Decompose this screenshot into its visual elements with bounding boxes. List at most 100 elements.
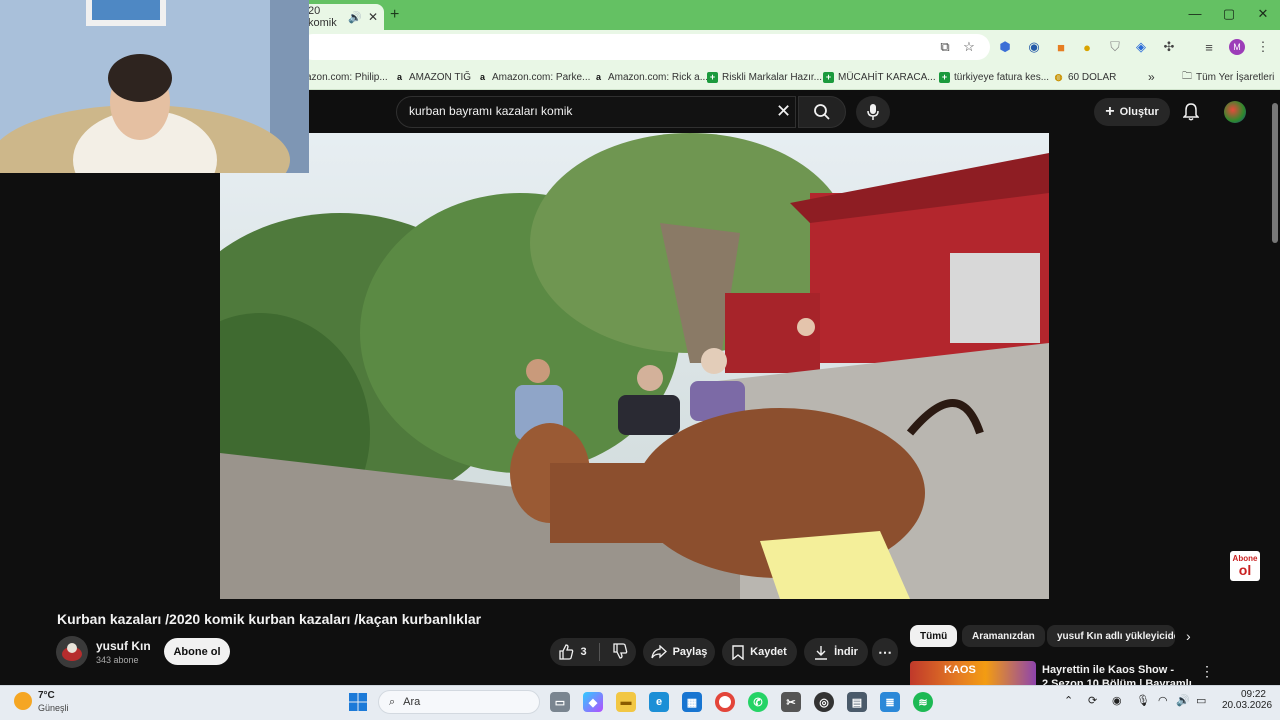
volume-icon[interactable]: 🔊	[1176, 694, 1190, 707]
search-icon	[814, 104, 830, 120]
eye-icon[interactable]: ◉	[1112, 694, 1122, 707]
bookmark-item[interactable]: + MÜCAHİT KARACA...	[823, 68, 936, 86]
bookmark-item[interactable]: azon.com: Philip...	[306, 68, 388, 86]
chip-from-search[interactable]: Aramanızdan	[962, 625, 1045, 647]
whatsapp-icon[interactable]: ✆	[748, 692, 768, 712]
voice-search-button[interactable]	[856, 96, 890, 128]
weather-temp[interactable]: 7°C	[38, 690, 55, 701]
thumbnail-text: KAOS	[944, 664, 976, 676]
search-button[interactable]	[798, 96, 846, 128]
search-query-text: kurban bayramı kazaları komik	[409, 104, 573, 118]
maximize-button[interactable]: ▢	[1214, 6, 1244, 22]
subscribe-button[interactable]: Abone ol	[164, 638, 230, 665]
snipping-tool-icon[interactable]: ✂	[781, 692, 801, 712]
clear-search-icon[interactable]: ✕	[776, 101, 791, 122]
battery-icon[interactable]: ▭	[1196, 694, 1206, 707]
microphone-icon[interactable]: 🎙	[1136, 694, 1150, 707]
copilot-icon[interactable]: ◆	[583, 692, 603, 712]
extension-yellow-icon[interactable]: ●	[1078, 38, 1096, 56]
clock[interactable]: 09:22 20.03.2026	[1222, 689, 1273, 711]
edge-icon[interactable]: e	[649, 692, 669, 712]
task-view-icon[interactable]: ▭	[550, 692, 570, 712]
sheets-icon: +	[707, 71, 718, 83]
folder-icon: 🗀	[1182, 70, 1192, 82]
bookmark-item[interactable]: a AMAZON TIĞ	[394, 68, 471, 86]
notepad-icon[interactable]: ≣	[880, 692, 900, 712]
account-avatar[interactable]	[1224, 101, 1246, 123]
new-tab-button[interactable]: +	[390, 6, 399, 24]
scrollbar-thumb[interactable]	[1272, 103, 1278, 243]
bookmark-star-icon[interactable]: ☆	[960, 38, 978, 56]
extension-icon[interactable]: ◉	[1025, 38, 1043, 56]
channel-avatar[interactable]	[56, 636, 88, 668]
wifi-icon[interactable]: ◠	[1158, 694, 1168, 707]
minimize-button[interactable]: —	[1180, 6, 1210, 21]
chrome-icon[interactable]	[715, 692, 735, 712]
amazon-icon: a	[595, 72, 601, 82]
bookmark-item[interactable]: + Riskli Markalar Hazır...	[707, 68, 822, 86]
bookmark-label: Riskli Markalar Hazır...	[722, 71, 823, 83]
bookmarks-overflow-button[interactable]: »	[1148, 68, 1155, 86]
reading-list-icon[interactable]: ≡	[1200, 38, 1218, 56]
address-bar[interactable]	[300, 34, 990, 60]
download-button[interactable]: İndir	[804, 638, 868, 666]
store-icon[interactable]: ▦	[682, 692, 702, 712]
sheets-icon: +	[939, 71, 950, 83]
extensions-puzzle-icon[interactable]: ✣	[1160, 38, 1178, 56]
bookmark-item[interactable]: a Amazon.com: Rick a...	[593, 68, 708, 86]
dislike-button[interactable]	[612, 642, 628, 662]
translate-extension-icon[interactable]: ⬢	[996, 38, 1014, 56]
file-explorer-icon[interactable]: ▬	[616, 692, 636, 712]
recommendation-thumbnail[interactable]: KAOS	[910, 661, 1036, 685]
chevron-right-icon[interactable]: ›	[1186, 628, 1191, 644]
bookmark-item[interactable]: ◍ 60 DOLAR	[1053, 68, 1117, 86]
chrome-menu-icon[interactable]: ⋮	[1254, 38, 1272, 56]
chip-from-uploader[interactable]: yusuf Kın adlı yükleyiciden	[1047, 625, 1175, 647]
like-button[interactable]: 3	[558, 644, 587, 660]
video-player[interactable]	[220, 133, 1049, 599]
cast-icon[interactable]: ⧉	[936, 38, 954, 56]
weather-sun-icon[interactable]	[14, 692, 32, 710]
extension-blue-icon[interactable]: ◈	[1132, 38, 1150, 56]
share-label: Paylaş	[672, 646, 708, 658]
tray-overflow-icon[interactable]: ⌃	[1064, 694, 1073, 707]
kebab-menu-icon[interactable]: ⋮	[1200, 663, 1214, 680]
chip-all[interactable]: Tümü	[910, 625, 958, 647]
bookmark-label: azon.com: Philip...	[306, 71, 388, 83]
share-button[interactable]: Paylaş	[643, 638, 715, 666]
calculator-icon[interactable]: ▤	[847, 692, 867, 712]
save-label: Kaydet	[750, 646, 787, 658]
more-actions-button[interactable]: ⋯	[872, 638, 898, 666]
watermark-text-large: ol	[1238, 562, 1252, 578]
speaker-icon[interactable]: 🔊	[348, 11, 362, 24]
create-button[interactable]: + Oluştur	[1094, 98, 1170, 126]
taskbar-search-placeholder: Ara	[403, 696, 421, 708]
bookmark-item[interactable]: a Amazon.com: Parke...	[477, 68, 590, 86]
taskbar-search[interactable]: ⌕ Ara	[378, 690, 540, 714]
save-button[interactable]: Kaydet	[722, 638, 797, 666]
search-icon: ⌕	[389, 695, 396, 708]
extension-orange-icon[interactable]: ■	[1052, 38, 1070, 56]
spotify-icon[interactable]: ≋	[913, 692, 933, 712]
windows-start-icon[interactable]	[348, 692, 368, 712]
sync-icon[interactable]: ⟳	[1088, 694, 1097, 707]
coins-icon: ◍	[1054, 71, 1063, 82]
clock-date: 20.03.2026	[1222, 700, 1273, 711]
tab-close-icon[interactable]: ✕	[368, 10, 378, 24]
profile-avatar[interactable]: M	[1229, 39, 1245, 55]
thumbs-up-icon	[559, 644, 574, 660]
bookmark-item[interactable]: + türkiyeye fatura kes...	[939, 68, 1049, 86]
bookmark-label: AMAZON TIĞ	[409, 71, 472, 83]
obs-icon[interactable]: ◎	[814, 692, 834, 712]
bell-icon	[1183, 103, 1199, 121]
weather-desc: Güneşli	[38, 703, 69, 713]
amazon-icon: a	[396, 72, 402, 82]
all-bookmarks-folder[interactable]: 🗀 Tüm Yer İşaretleri	[1182, 68, 1274, 86]
channel-name[interactable]: yusuf Kın	[96, 639, 151, 653]
subscribe-watermark[interactable]: Abone ol	[1230, 551, 1260, 581]
video-frame	[220, 133, 1049, 599]
shield-extension-icon[interactable]: ⛉	[1106, 38, 1124, 56]
browser-tab-active[interactable]: 20 komik 🔊 ✕	[300, 4, 384, 30]
notifications-button[interactable]	[1180, 100, 1202, 124]
close-window-button[interactable]: ✕	[1248, 6, 1278, 22]
